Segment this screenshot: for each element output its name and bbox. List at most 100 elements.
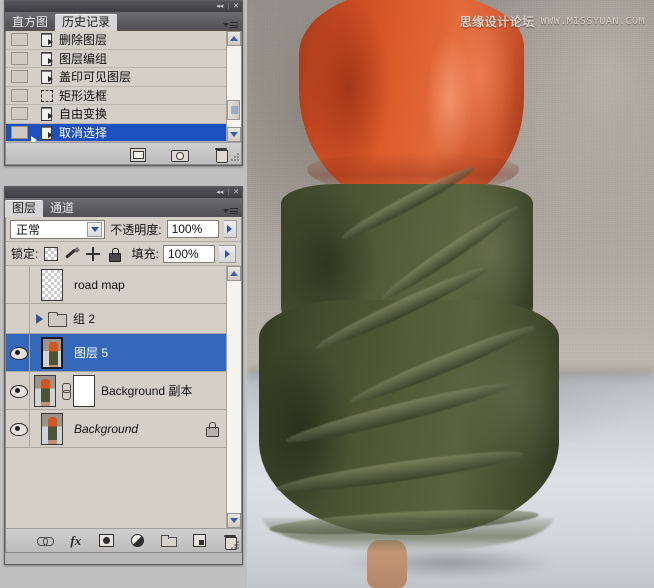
layer-thumbnail-cell[interactable] <box>30 268 74 301</box>
layer-thumbnail <box>41 336 63 369</box>
layer-name[interactable]: Background 副本 <box>101 382 226 399</box>
history-state-label: 自由变换 <box>59 107 108 122</box>
history-panel-menu-icon[interactable] <box>223 22 238 28</box>
titlebar-divider: | <box>227 3 230 10</box>
scroll-up-button[interactable] <box>227 266 241 281</box>
layers-panel-menu-icon[interactable] <box>223 208 238 214</box>
new-document-from-state-button[interactable] <box>126 144 148 164</box>
folder-icon <box>48 311 67 327</box>
layer-thumbnail-cell[interactable] <box>30 374 60 407</box>
scroll-track[interactable] <box>227 46 241 127</box>
scroll-down-button[interactable] <box>227 127 241 142</box>
new-snapshot-button[interactable] <box>168 144 190 164</box>
brush-icon[interactable] <box>65 247 79 261</box>
eye-icon[interactable] <box>9 347 28 360</box>
document-state-icon <box>39 32 55 48</box>
half-circle-icon <box>131 534 144 547</box>
layer-row-selected[interactable]: 图层 5 <box>6 333 226 372</box>
history-state-row[interactable]: 自由变换 <box>6 105 226 124</box>
layer-name[interactable]: road map <box>74 278 226 292</box>
tab-history[interactable]: 历史记录 <box>55 14 118 31</box>
history-snapshot-checkbox[interactable] <box>11 51 28 65</box>
layers-panel: ◂◂ | ✕ 图层 通道 正常 不透明度: 100% 锁定: 填充: 100% … <box>4 186 243 565</box>
layers-scrollbar[interactable] <box>226 266 241 528</box>
tab-histogram[interactable]: 直方图 <box>5 14 55 31</box>
expand-group-icon[interactable] <box>36 313 43 324</box>
resize-grip[interactable] <box>230 541 239 550</box>
eye-icon[interactable] <box>9 423 28 436</box>
layer-visibility-cell[interactable] <box>6 371 30 410</box>
lock-label: 锁定: <box>11 247 39 261</box>
layer-visibility-cell[interactable] <box>6 303 30 334</box>
padlock-icon <box>205 421 219 437</box>
eye-icon[interactable] <box>9 385 28 398</box>
history-state-row[interactable]: 盖印可见图层 <box>6 68 226 87</box>
history-states-list: 删除图层 图层编组 盖印可见图层 矩形选框 自由变换 取消选择 <box>6 31 226 142</box>
layer-group-name[interactable]: 组 2 <box>73 310 226 327</box>
chevron-down-icon[interactable] <box>87 221 103 237</box>
new-group-button[interactable] <box>157 531 179 551</box>
history-snapshot-checkbox[interactable] <box>11 33 28 47</box>
layers-panel-footer: fx <box>5 528 242 553</box>
layer-group-row[interactable]: 组 2 <box>6 303 226 334</box>
history-snapshot-checkbox[interactable] <box>11 125 28 139</box>
history-panel-titlebar[interactable]: ◂◂ | ✕ <box>5 1 242 12</box>
checkerboard-icon[interactable] <box>44 246 59 261</box>
delete-state-button[interactable] <box>210 144 232 164</box>
layer-thumbnail-cell[interactable] <box>30 336 74 369</box>
scroll-up-button[interactable] <box>227 31 241 46</box>
scroll-track[interactable] <box>227 281 241 513</box>
padlock-icon[interactable] <box>107 247 122 262</box>
layer-style-button[interactable]: fx <box>65 531 87 551</box>
history-snapshot-checkbox[interactable] <box>11 107 28 121</box>
chevron-down-icon <box>223 23 229 27</box>
document-state-icon <box>39 51 55 66</box>
blend-mode-value: 正常 <box>16 222 41 237</box>
layer-thumbnail-cell[interactable] <box>30 412 74 445</box>
layer-row[interactable]: Background <box>6 409 226 448</box>
history-state-row[interactable]: 矩形选框 <box>6 86 226 105</box>
history-state-row-selected[interactable]: 取消选择 <box>6 123 226 142</box>
history-snapshot-checkbox[interactable] <box>11 88 28 102</box>
new-adjustment-layer-button[interactable] <box>127 531 149 551</box>
opacity-label: 不透明度: <box>110 222 162 237</box>
collapse-icon[interactable]: ◂◂ <box>216 3 223 10</box>
layer-name[interactable]: Background <box>74 422 205 436</box>
history-snapshot-checkbox[interactable] <box>11 70 28 84</box>
layer-row[interactable]: Background 副本 <box>6 371 226 410</box>
link-layers-button[interactable] <box>34 531 56 551</box>
eye-icon[interactable] <box>10 313 26 324</box>
fill-slider-toggle[interactable] <box>219 244 236 263</box>
link-icon[interactable] <box>60 382 71 400</box>
close-icon[interactable]: ✕ <box>233 3 239 10</box>
add-layer-mask-button[interactable] <box>96 531 118 551</box>
collapse-icon[interactable]: ◂◂ <box>216 189 223 196</box>
opacity-input[interactable]: 100% <box>166 220 219 238</box>
move-cross-icon[interactable] <box>86 246 101 261</box>
history-state-row[interactable]: 删除图层 <box>6 31 226 50</box>
opacity-slider-toggle[interactable] <box>223 220 237 238</box>
tab-layers[interactable]: 图层 <box>5 200 44 217</box>
close-icon[interactable]: ✕ <box>233 189 239 196</box>
layer-visibility-cell[interactable] <box>6 409 30 448</box>
history-panel-footer <box>5 142 242 165</box>
fx-icon: fx <box>70 532 82 548</box>
layer-visibility-cell[interactable] <box>6 266 30 304</box>
eye-icon[interactable] <box>10 279 26 290</box>
layers-panel-titlebar[interactable]: ◂◂ | ✕ <box>5 187 242 198</box>
history-scrollbar[interactable] <box>226 31 241 142</box>
layer-row[interactable]: road map <box>6 266 226 304</box>
layer-name[interactable]: 图层 5 <box>74 344 226 361</box>
tab-channels[interactable]: 通道 <box>43 200 81 217</box>
scroll-down-button[interactable] <box>227 513 241 528</box>
layer-thumbnail <box>41 268 63 301</box>
blend-mode-select[interactable]: 正常 <box>10 219 106 239</box>
fill-input[interactable]: 100% <box>163 244 215 263</box>
new-layer-button[interactable] <box>188 531 210 551</box>
layer-mask-thumbnail[interactable] <box>73 374 95 407</box>
layer-visibility-cell[interactable] <box>6 333 30 372</box>
history-state-row[interactable]: 图层编组 <box>6 49 226 68</box>
scroll-thumb[interactable] <box>227 100 240 120</box>
document-canvas[interactable]: 思缘设计论坛 WWW.MISSYUAN.COM <box>247 0 654 588</box>
resize-grip[interactable] <box>230 153 239 162</box>
